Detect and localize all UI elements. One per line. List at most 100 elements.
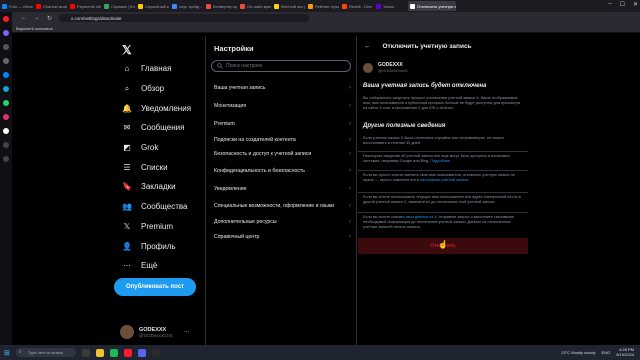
browser-tab[interactable]: Отключить учетную зап [408,1,456,11]
music-icon[interactable] [3,142,9,148]
more-dots-icon: ··· [183,329,190,335]
settings-item[interactable]: Ваша учетная запись › [206,80,356,96]
heading-other-info: Другие полезные сведения [363,123,446,129]
nav-item-6[interactable]: 🔖 Закладки [108,177,200,197]
settings-item-label: Специальные возможности, оформление и яз… [214,203,335,209]
browser-tab[interactable]: Справка | Enter [102,1,135,11]
history-icon[interactable] [3,156,9,162]
nav-item-1[interactable]: ⌕ Обзор [108,79,200,99]
bookmarks-bar: Вариант6 ключевое [0,24,640,33]
settings-item-label: Подписки на создателей контента [214,137,296,143]
tab-label: Отключить учетную зап [417,3,456,9]
taskbar-search[interactable]: ⌕ Type here to search [15,348,76,357]
x-logo-icon[interactable]: 𝕏 [108,40,200,59]
chevron-right-icon: › [349,151,351,157]
spotify-icon[interactable] [109,348,118,357]
nav-item-3[interactable]: ✉ Сообщения [108,118,200,138]
nav-item-label: Уведомления [141,103,192,113]
discord-icon[interactable] [137,348,146,357]
language-indicator[interactable]: ENG [602,350,611,355]
browser-tab[interactable]: Channel analytics [34,1,67,11]
mouse-cursor-icon: ☝ [438,240,448,249]
settings-item[interactable]: Безопасность и доступ к учетной записи › [206,146,356,162]
tab-favicon-icon [274,3,279,9]
browser-tab[interactable]: Конвертер врем [204,1,237,11]
home-tab-icon[interactable] [3,44,9,50]
nav-item-4[interactable]: ◩ Grok [108,138,200,158]
opera-taskbar-icon[interactable] [123,348,132,357]
browser-tab[interactable]: Он-лайн времен [238,1,271,11]
nav-item-9[interactable]: 👤 Профиль [108,236,200,256]
messenger-icon[interactable] [3,72,9,78]
back-icon[interactable]: ← [20,15,27,21]
maximize-icon[interactable]: ☐ [620,1,625,8]
browser-tab[interactable]: Рейтинг лучш [306,1,339,11]
bookmark-item[interactable]: Вариант6 ключевое [16,26,53,31]
settings-item-label: Premium [214,121,235,127]
nav-item-7[interactable]: 👥 Сообщества [108,197,200,217]
tab-favicon-icon [240,3,245,9]
paragraph-restore: Если учетная запись X была отключена слу… [363,136,504,145]
clock[interactable]: 4:28 PM 5/19/2024 [616,347,634,357]
settings-item-label: Уведомления [214,186,247,192]
windows-start-icon[interactable]: ⊞ [4,349,10,357]
settings-item[interactable]: Специальные возможности, оформление и яз… [206,198,356,214]
x-side-icon[interactable] [3,128,9,134]
whatsapp-icon[interactable] [3,100,9,106]
browser-tab[interactable]: Reddit - Dive int [340,1,373,11]
account-settings-link[interactable]: настройках учетной записи. [420,178,469,182]
url-field[interactable]: x.com/settings/deactivate [59,14,309,22]
x-main-nav: 𝕏 ⌂ Главная ⌕ Обзор 🔔 Уведомления ✉ Сообщения ◩ G… [108,40,200,345]
nav-item-label: Закладки [141,182,176,192]
post-button[interactable]: Опубликовать пост [114,278,196,296]
settings-item[interactable]: Монетизация › [206,98,356,114]
settings-item[interactable]: Уведомления › [206,181,356,197]
tab-label: Foto — Бесплатн [9,3,33,9]
learn-more-link[interactable]: Подробнее [430,159,450,163]
minimize-icon[interactable]: – [608,1,611,8]
task-view-icon[interactable] [81,348,90,357]
browser-tab[interactable]: Foto — Бесплатн [0,1,33,11]
app-taskbar-icon[interactable] [151,348,160,357]
browser-tab[interactable]: Yahoo [374,1,407,11]
browser-tab[interactable]: Серьезный кон [136,1,169,11]
reload-icon[interactable]: ↻ [46,15,53,22]
list-icon: ☰ [123,162,131,172]
weather-info[interactable]: 23°C Mostly cloudy [561,350,595,355]
nav-item-8[interactable]: 𝕏 Premium [108,217,200,237]
bookmark-side-icon[interactable] [3,58,9,64]
nav-item-label: Сообщения [141,123,185,133]
browser-tab[interactable]: Желтый экз | [272,1,305,11]
nav-item-label: Профиль [141,241,176,251]
instagram-icon[interactable] [3,114,9,120]
forward-icon[interactable]: → [33,15,40,21]
download-data-link[interactable]: свои данные из X [406,215,437,219]
settings-item[interactable]: Дополнительные ресурсы › [206,214,356,230]
settings-item[interactable]: Premium › [206,116,356,132]
browser-tab[interactable]: соус трейд - G [170,1,203,11]
nav-item-10[interactable]: ⋯ Ещё [108,256,200,276]
home-icon: ⌂ [124,64,130,74]
tab-favicon-icon [138,3,143,9]
back-arrow-icon[interactable]: ← [364,43,371,50]
nav-item-2[interactable]: 🔔 Уведомления [108,98,200,118]
settings-item[interactable]: Конфиденциальность и безопасность › [206,163,356,179]
aria-icon[interactable] [3,30,9,36]
close-window-icon[interactable]: ✕ [633,1,638,8]
more-icon: ⋯ [123,261,131,271]
chevron-right-icon: › [349,186,351,192]
tab-favicon-icon [376,3,381,9]
opera-icon[interactable] [3,16,9,22]
people-icon: 👥 [122,202,132,212]
tab-label: Серьезный кон [145,3,169,9]
settings-item[interactable]: Справочный центр › [206,229,356,245]
settings-search-input[interactable]: Поиск настроек [211,60,351,72]
nav-item-label: Списки [141,162,168,172]
account-switcher[interactable]: GODEXXX @GODexxXzzr5 ··· [120,323,205,341]
file-explorer-icon[interactable] [95,348,104,357]
browser-tab[interactable]: Payments info [68,1,101,11]
paragraph-search-engines: Некоторые сведения об учетной записи все… [363,154,510,163]
telegram-icon[interactable] [3,86,9,92]
nav-item-5[interactable]: ☰ Списки [108,157,200,177]
nav-item-0[interactable]: ⌂ Главная [108,59,200,79]
